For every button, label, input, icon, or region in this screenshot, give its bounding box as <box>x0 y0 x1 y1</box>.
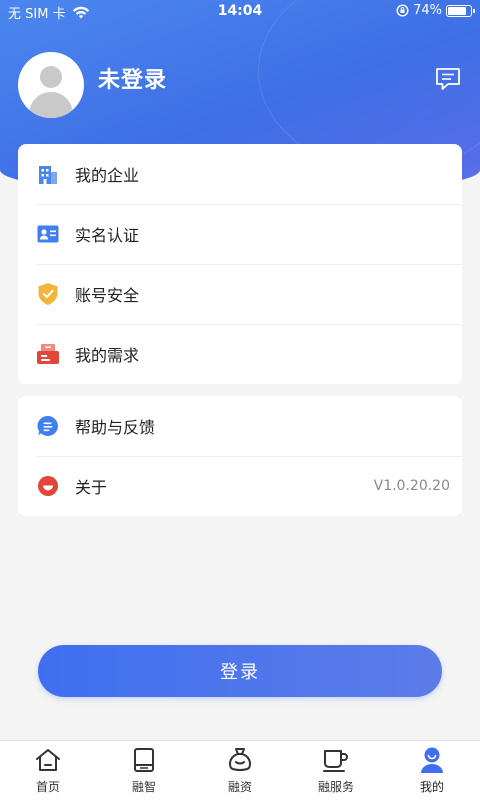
login-button[interactable]: 登录 <box>38 645 442 697</box>
avatar-body <box>29 92 73 118</box>
menu-item-label: 实名认证 <box>75 226 140 245</box>
status-right: 74% <box>396 3 475 18</box>
money-bag-icon <box>226 746 254 774</box>
tab-label: 我的 <box>419 780 444 794</box>
menu-item-label: 我的需求 <box>75 346 140 365</box>
avatar-head <box>40 66 62 88</box>
battery-fill <box>448 6 466 15</box>
menu-item-label: 账号安全 <box>75 286 140 305</box>
cup-icon <box>322 746 350 774</box>
building-icon <box>36 162 60 186</box>
user-icon <box>418 746 446 774</box>
menu-item-real-name-auth[interactable]: 实名认证 <box>18 204 462 264</box>
tab-label: 融资 <box>227 780 252 794</box>
message-icon <box>436 68 460 90</box>
battery-icon <box>446 4 475 17</box>
book-icon <box>130 746 158 774</box>
username-label[interactable]: 未登录 <box>98 62 167 94</box>
home-icon <box>34 746 62 774</box>
tab-home[interactable]: 首页 <box>0 741 96 800</box>
message-button[interactable] <box>434 66 462 92</box>
bottom-tab-bar: 首页 融智 融资 融服务 我的 <box>0 740 480 800</box>
menu-item-label: 关于 <box>75 478 108 497</box>
about-icon <box>36 474 60 498</box>
tab-rong-service[interactable]: 融服务 <box>288 741 384 800</box>
tab-label: 首页 <box>35 780 60 794</box>
tab-label: 融智 <box>131 780 156 794</box>
tab-rongzhi[interactable]: 融智 <box>96 741 192 800</box>
tab-label: 融服务 <box>317 780 354 794</box>
battery-percent: 74% <box>413 3 442 18</box>
menu-item-label: 帮助与反馈 <box>75 418 156 437</box>
menu-card-account: 我的企业 实名认证 账号安全 我的需求 <box>18 144 462 384</box>
id-card-icon <box>36 222 60 246</box>
menu-item-my-company[interactable]: 我的企业 <box>18 144 462 204</box>
help-chat-icon <box>36 414 60 438</box>
tab-mine[interactable]: 我的 <box>384 741 480 800</box>
menu-item-about[interactable]: 关于 V1.0.20.20 <box>18 456 462 516</box>
menu-item-my-demand[interactable]: 我的需求 <box>18 324 462 384</box>
demand-icon <box>36 342 60 366</box>
tab-rongzi[interactable]: 融资 <box>192 741 288 800</box>
app-version: V1.0.20.20 <box>373 478 450 494</box>
menu-item-help-feedback[interactable]: 帮助与反馈 <box>18 396 462 456</box>
menu-item-account-security[interactable]: 账号安全 <box>18 264 462 324</box>
menu-card-misc: 帮助与反馈 关于 V1.0.20.20 <box>18 396 462 516</box>
orientation-lock-icon <box>396 4 409 17</box>
shield-icon <box>36 282 60 306</box>
status-bar: 无 SIM 卡 14:04 74% <box>0 0 480 24</box>
avatar[interactable] <box>18 52 84 118</box>
menu-item-label: 我的企业 <box>75 166 140 185</box>
